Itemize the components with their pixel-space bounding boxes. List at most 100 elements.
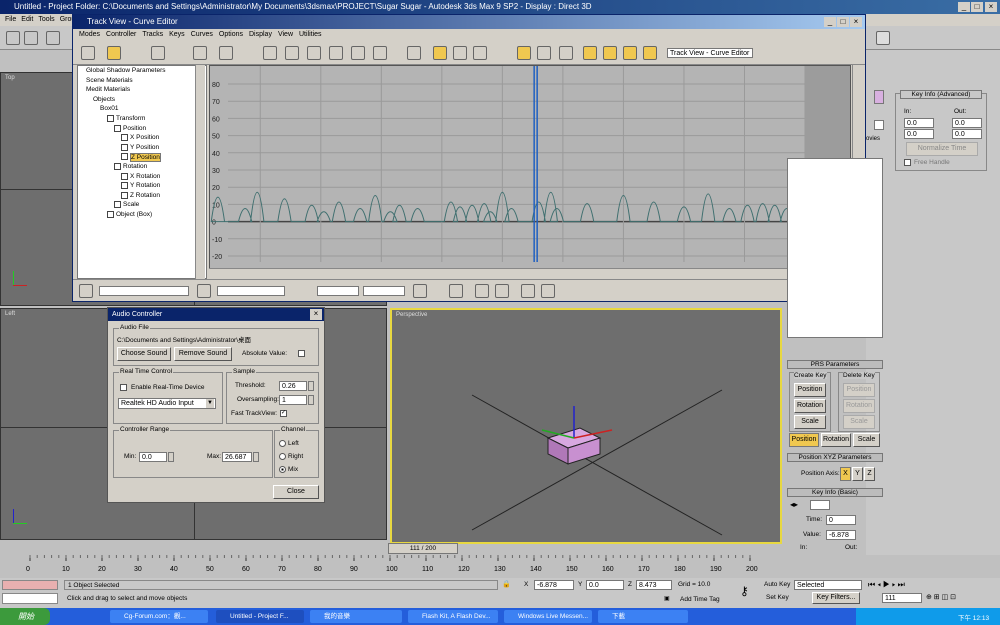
- track-bar[interactable]: 0 10 20 30 40 50 60 70 80 90 100 110 120 130 140 150 160…: [0, 555, 1000, 577]
- y-coord-field[interactable]: 0.0: [586, 580, 624, 590]
- display-keyable-icon[interactable]: [559, 46, 573, 60]
- min-field[interactable]: 0.0: [139, 452, 167, 462]
- tv-minimize-button[interactable]: _: [824, 17, 836, 27]
- show-selected-icon[interactable]: [413, 284, 427, 298]
- add-time-tag[interactable]: Add Time Tag: [680, 596, 720, 603]
- filter-icon[interactable]: [81, 46, 95, 60]
- time-slider[interactable]: 111 / 200: [388, 543, 458, 554]
- key-nav-arrows-icon[interactable]: ◂▸: [790, 500, 808, 510]
- delete-scale-button[interactable]: Scale: [843, 415, 875, 429]
- curve-svg[interactable]: 80706050403020100-10-2020406080100120140…: [210, 66, 850, 276]
- color-swatch[interactable]: [874, 90, 884, 104]
- tree-item[interactable]: Position: [114, 124, 146, 132]
- lock-icon[interactable]: 🔒: [502, 580, 511, 589]
- playback-controls-icon[interactable]: ⏮◂▶▸⏭: [868, 580, 978, 591]
- tv-maximize-button[interactable]: □: [837, 17, 849, 27]
- viewport-nav-icons[interactable]: ⊕ ⊞ ◫ ⊡: [926, 593, 996, 604]
- axis-y-button[interactable]: Y: [852, 467, 863, 481]
- tree-item[interactable]: Object (Box): [107, 211, 152, 218]
- value-field[interactable]: -6.878: [826, 530, 856, 540]
- graph-h-scrollbar[interactable]: [209, 268, 851, 277]
- oversampling-spinner[interactable]: [308, 395, 314, 405]
- tree-scrollbar[interactable]: [195, 65, 205, 279]
- max-spinner[interactable]: [253, 452, 259, 462]
- tree-item[interactable]: Y Rotation: [121, 182, 160, 189]
- axis-x-button[interactable]: X: [840, 467, 851, 481]
- free-handle-checkbox[interactable]: [904, 159, 911, 166]
- snap-frames-icon[interactable]: [433, 46, 447, 60]
- command-panel-list[interactable]: [787, 158, 883, 338]
- tv-menu-curves[interactable]: Curves: [191, 31, 213, 38]
- tangent-auto-icon[interactable]: [263, 46, 277, 60]
- curve-graph[interactable]: 80706050403020100-10-2020406080100120140…: [209, 65, 851, 277]
- tv-menu-modes[interactable]: Modes: [79, 31, 100, 38]
- normalize-time-button[interactable]: Normalize Time: [906, 142, 978, 156]
- tree-item[interactable]: X Rotation: [121, 172, 160, 180]
- controller-tree[interactable]: Global Shadow Parameters Scene Materials M…: [77, 65, 207, 279]
- tree-item[interactable]: Y Position: [121, 143, 159, 151]
- tree-item[interactable]: Scale: [114, 201, 139, 209]
- lock-tangents-icon[interactable]: [537, 46, 551, 60]
- move-keys-icon[interactable]: [107, 46, 121, 60]
- pan-hand-icon[interactable]: [449, 284, 463, 298]
- track-view-window[interactable]: Track View - Curve Editor _ □ × Modes Con…: [72, 14, 866, 302]
- delete-rotation-button[interactable]: Rotation: [843, 399, 875, 413]
- tangent-custom-icon[interactable]: [285, 46, 299, 60]
- cmd-small-field[interactable]: [874, 120, 884, 130]
- lock-selection-icon[interactable]: [407, 46, 421, 60]
- tv-menu-utilities[interactable]: Utilities: [299, 31, 322, 38]
- task-messenger[interactable]: Windows Live Messen...: [504, 610, 592, 623]
- maximize-button[interactable]: □: [971, 2, 983, 12]
- task-3dsmax[interactable]: Untitled - Project F...: [216, 610, 304, 623]
- set-key-button[interactable]: Set Key: [766, 594, 789, 601]
- tv-value-field[interactable]: [363, 286, 405, 296]
- tv-menu-view[interactable]: View: [278, 31, 293, 38]
- biped-y-icon[interactable]: [643, 46, 657, 60]
- ac-close-icon[interactable]: ×: [310, 309, 322, 320]
- tab-rotation[interactable]: Rotation: [821, 433, 851, 447]
- tv-menu-keys[interactable]: Keys: [169, 31, 185, 38]
- tangent-fast-icon[interactable]: [307, 46, 321, 60]
- zoom-value-extents-icon[interactable]: [495, 284, 509, 298]
- undo-icon[interactable]: [6, 31, 20, 45]
- tv-menu-controller[interactable]: Controller: [106, 31, 136, 38]
- zoom-horizontal-extents-icon[interactable]: [475, 284, 489, 298]
- channel-left-radio[interactable]: [279, 440, 286, 447]
- create-scale-button[interactable]: Scale: [794, 415, 826, 429]
- tree-item[interactable]: Z Rotation: [121, 191, 160, 199]
- menu-edit[interactable]: Edit: [21, 16, 33, 23]
- adv-in-field-2[interactable]: 0.0: [904, 129, 934, 139]
- tv-track-dropdown[interactable]: [217, 286, 285, 296]
- remove-sound-button[interactable]: Remove Sound: [174, 347, 232, 361]
- delete-position-button[interactable]: Position: [843, 383, 875, 397]
- biped-layer-icon[interactable]: [603, 46, 617, 60]
- device-dropdown[interactable]: Realtek HD Audio Input ▼: [118, 398, 216, 409]
- tv-selected-field[interactable]: [99, 286, 189, 296]
- tv-menu-options[interactable]: Options: [219, 31, 243, 38]
- tree-item[interactable]: Box01: [100, 105, 118, 112]
- tv-frame-field[interactable]: [317, 286, 359, 296]
- zoom-region-icon[interactable]: [541, 284, 555, 298]
- start-button[interactable]: 開始: [0, 608, 50, 625]
- draw-curves-icon[interactable]: [193, 46, 207, 60]
- position-xyz-rollout[interactable]: Position XYZ Parameters: [787, 453, 883, 462]
- threshold-spinner[interactable]: [308, 381, 314, 391]
- task-download[interactable]: 下載: [598, 610, 688, 623]
- key-info-basic-rollout[interactable]: Key Info (Basic): [787, 488, 883, 497]
- key-info-adv-title[interactable]: Key Info (Advanced): [900, 90, 982, 99]
- tree-item[interactable]: Transform: [107, 115, 145, 122]
- task-flashkit[interactable]: Flash Kit, A Flash Dev...: [408, 610, 498, 623]
- task-music[interactable]: 我的音樂: [310, 610, 402, 623]
- key-filters-button[interactable]: Key Filters...: [812, 592, 860, 604]
- adv-in-field-1[interactable]: 0.0: [904, 118, 934, 128]
- max-field[interactable]: 26.687: [222, 452, 252, 462]
- track-view-name-field[interactable]: Track View - Curve Editor: [667, 48, 753, 58]
- choose-sound-button[interactable]: Choose Sound: [117, 347, 171, 361]
- fast-trackview-checkbox[interactable]: ✓: [280, 410, 287, 417]
- audio-controller-dialog[interactable]: Audio Controller × Audio File C:\Documen…: [107, 307, 325, 503]
- tree-item[interactable]: X Position: [121, 134, 159, 141]
- tree-item[interactable]: Medit Materials: [86, 86, 130, 93]
- biped-x-icon[interactable]: [623, 46, 637, 60]
- time-field[interactable]: 0: [826, 515, 856, 525]
- create-position-button[interactable]: Position: [794, 383, 826, 397]
